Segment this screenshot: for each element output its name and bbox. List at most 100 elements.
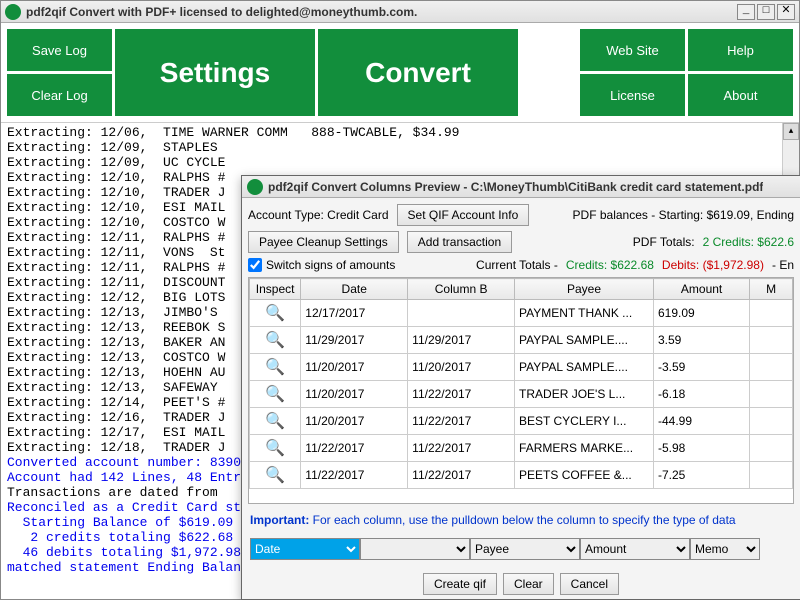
table-cell[interactable]: FARMERS MARKE...: [515, 435, 654, 462]
current-end: - En: [772, 258, 794, 272]
current-debits: Debits: ($1,972.98): [662, 258, 764, 272]
preview-table: InspectDateColumn BPayeeAmountM 🔍 12/17/2…: [248, 277, 794, 504]
inspect-icon[interactable]: 🔍: [265, 465, 285, 485]
account-type-label: Account Type: Credit Card: [248, 208, 389, 222]
table-cell[interactable]: [750, 408, 793, 435]
column-type-select[interactable]: Payee: [470, 538, 580, 560]
table-cell[interactable]: 11/29/2017: [301, 327, 408, 354]
column-header[interactable]: Date: [301, 279, 408, 300]
column-header[interactable]: Amount: [654, 279, 750, 300]
cancel-button[interactable]: Cancel: [560, 573, 619, 595]
inspect-icon[interactable]: 🔍: [265, 303, 285, 323]
table-cell[interactable]: -7.25: [654, 462, 750, 489]
table-cell[interactable]: 11/22/2017: [408, 435, 515, 462]
clear-log-button[interactable]: Clear Log: [7, 74, 112, 116]
preview-title: pdf2qif Convert Columns Preview - C:\Mon…: [268, 180, 763, 194]
column-header[interactable]: M: [750, 279, 793, 300]
add-transaction-button[interactable]: Add transaction: [407, 231, 512, 253]
close-button[interactable]: ✕: [777, 4, 795, 20]
window-title: pdf2qif Convert with PDF+ licensed to de…: [26, 5, 737, 19]
inspect-icon[interactable]: 🔍: [265, 357, 285, 377]
switch-signs-label: Switch signs of amounts: [266, 258, 395, 272]
license-button[interactable]: License: [580, 74, 685, 116]
table-cell[interactable]: 11/22/2017: [408, 462, 515, 489]
app-icon: [5, 4, 21, 20]
about-button[interactable]: About: [688, 74, 793, 116]
table-cell[interactable]: 11/20/2017: [301, 381, 408, 408]
inspect-icon[interactable]: 🔍: [265, 384, 285, 404]
table-cell[interactable]: [750, 354, 793, 381]
log-line: Extracting: 12/09, UC CYCLE: [7, 155, 793, 170]
table-row[interactable]: 🔍11/22/201711/22/2017PEETS COFFEE &...-7…: [250, 462, 793, 489]
column-header[interactable]: Payee: [515, 279, 654, 300]
website-button[interactable]: Web Site: [580, 29, 685, 71]
table-row[interactable]: 🔍 11/20/201711/22/2017TRADER JOE'S L...-6…: [250, 381, 793, 408]
table-cell[interactable]: 11/22/2017: [301, 435, 408, 462]
inspect-icon[interactable]: 🔍: [265, 411, 285, 431]
important-note: Important: For each column, use the pull…: [248, 509, 794, 531]
log-line: Extracting: 12/06, TIME WARNER COMM 888-…: [7, 125, 793, 140]
table-row[interactable]: 🔍11/20/201711/20/2017PAYPAL SAMPLE....-3…: [250, 354, 793, 381]
switch-signs-checkbox[interactable]: Switch signs of amounts: [248, 258, 395, 272]
pdf-balances-label: PDF balances - Starting: $619.09, Ending: [573, 208, 794, 222]
table-cell[interactable]: -6.18: [654, 381, 750, 408]
table-cell[interactable]: 11/20/2017: [301, 354, 408, 381]
table-cell[interactable]: PEETS COFFEE &...: [515, 462, 654, 489]
table-cell[interactable]: 3.59: [654, 327, 750, 354]
column-type-select[interactable]: [360, 538, 470, 560]
column-type-select[interactable]: Date: [250, 538, 360, 560]
table-cell[interactable]: [750, 381, 793, 408]
table-cell[interactable]: [408, 300, 515, 327]
preview-titlebar: pdf2qif Convert Columns Preview - C:\Mon…: [242, 176, 800, 198]
table-cell[interactable]: 11/20/2017: [408, 354, 515, 381]
column-header[interactable]: Inspect: [250, 279, 301, 300]
column-type-select[interactable]: Amount: [580, 538, 690, 560]
table-cell[interactable]: -3.59: [654, 354, 750, 381]
pdf-totals-credits: 2 Credits: $622.6: [703, 235, 794, 249]
table-cell[interactable]: PAYMENT THANK ...: [515, 300, 654, 327]
minimize-button[interactable]: _: [737, 4, 755, 20]
table-cell[interactable]: 619.09: [654, 300, 750, 327]
table-cell[interactable]: [750, 300, 793, 327]
table-row[interactable]: 🔍 11/20/201711/22/2017BEST CYCLERY I...-4…: [250, 408, 793, 435]
table-row[interactable]: 🔍 12/17/2017 PAYMENT THANK ...619.09: [250, 300, 793, 327]
table-cell[interactable]: TRADER JOE'S L...: [515, 381, 654, 408]
table-row[interactable]: 🔍11/22/201711/22/2017FARMERS MARKE...-5.…: [250, 435, 793, 462]
create-qif-button[interactable]: Create qif: [423, 573, 497, 595]
switch-signs-input[interactable]: [248, 258, 262, 272]
table-cell[interactable]: -5.98: [654, 435, 750, 462]
table-cell[interactable]: 11/20/2017: [301, 408, 408, 435]
preview-dialog: pdf2qif Convert Columns Preview - C:\Mon…: [241, 175, 800, 600]
table-cell[interactable]: PAYPAL SAMPLE....: [515, 354, 654, 381]
maximize-button[interactable]: □: [757, 4, 775, 20]
table-cell[interactable]: 11/22/2017: [408, 408, 515, 435]
table-cell[interactable]: [750, 462, 793, 489]
column-pulldowns: Date PayeeAmountMemo: [248, 536, 794, 562]
convert-button[interactable]: Convert: [318, 29, 518, 116]
inspect-icon[interactable]: 🔍: [265, 438, 285, 458]
pdf-totals-label: PDF Totals:: [633, 235, 695, 249]
help-button[interactable]: Help: [688, 29, 793, 71]
table-cell[interactable]: BEST CYCLERY I...: [515, 408, 654, 435]
toolbar: Save Log Clear Log Settings Convert Web …: [1, 23, 799, 123]
table-row[interactable]: 🔍11/29/201711/29/2017PAYPAL SAMPLE....3.…: [250, 327, 793, 354]
table-cell[interactable]: 11/22/2017: [301, 462, 408, 489]
clear-button[interactable]: Clear: [503, 573, 554, 595]
table-cell[interactable]: 11/29/2017: [408, 327, 515, 354]
table-cell[interactable]: 12/17/2017: [301, 300, 408, 327]
table-cell[interactable]: PAYPAL SAMPLE....: [515, 327, 654, 354]
table-cell[interactable]: -44.99: [654, 408, 750, 435]
settings-button[interactable]: Settings: [115, 29, 315, 116]
scroll-up-icon[interactable]: ▴: [783, 123, 799, 140]
payee-cleanup-button[interactable]: Payee Cleanup Settings: [248, 231, 399, 253]
table-cell[interactable]: 11/22/2017: [408, 381, 515, 408]
log-line: Extracting: 12/09, STAPLES: [7, 140, 793, 155]
column-type-select[interactable]: Memo: [690, 538, 760, 560]
inspect-icon[interactable]: 🔍: [265, 330, 285, 350]
table-cell[interactable]: [750, 327, 793, 354]
current-totals-label: Current Totals -: [476, 258, 558, 272]
table-cell[interactable]: [750, 435, 793, 462]
set-qif-account-button[interactable]: Set QIF Account Info: [397, 204, 530, 226]
save-log-button[interactable]: Save Log: [7, 29, 112, 71]
column-header[interactable]: Column B: [408, 279, 515, 300]
